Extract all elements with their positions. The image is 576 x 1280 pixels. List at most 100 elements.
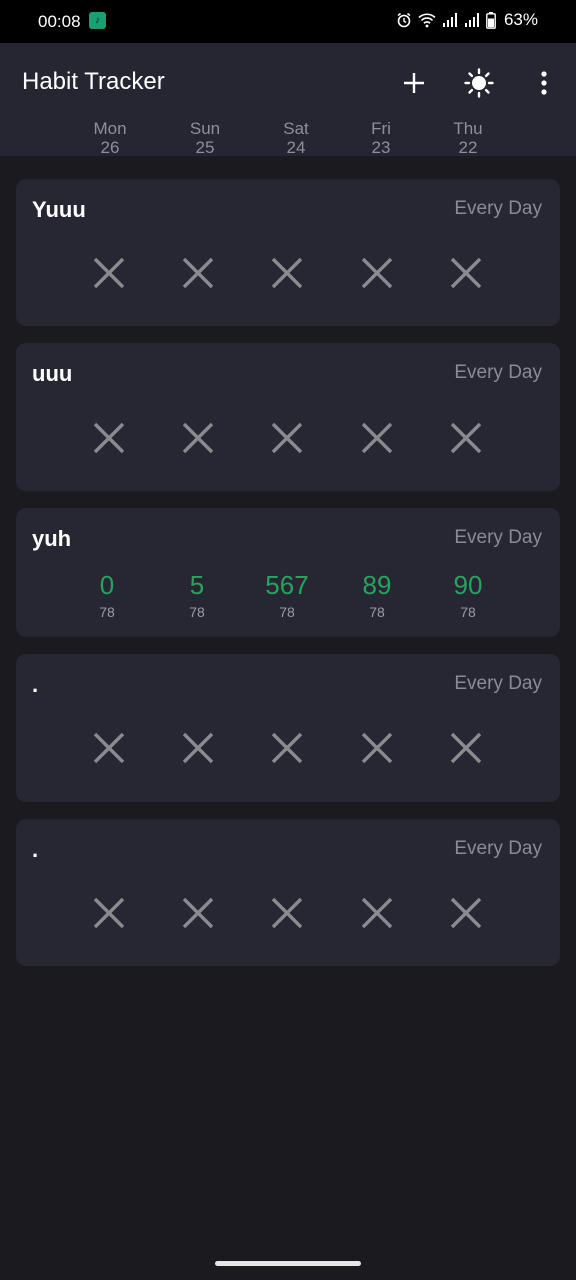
x-icon [271,257,303,289]
check-toggle[interactable] [267,728,307,768]
numeric-entry[interactable]: 90 78 [428,570,508,620]
x-icon [271,732,303,764]
day-header-2: Sat 24 [261,119,331,157]
check-toggle[interactable] [267,418,307,458]
day-number: 22 [458,138,478,157]
check-toggle[interactable] [178,893,218,933]
entry-target: 78 [189,604,205,620]
signal-icon-2 [464,13,479,27]
app-title: Habit Tracker [22,68,165,95]
x-icon [450,732,482,764]
more-options-button[interactable] [524,63,564,103]
day-number: 25 [195,138,215,157]
habit-name: . [32,672,39,697]
numeric-entry[interactable]: 5 78 [157,570,237,620]
check-toggle[interactable] [178,418,218,458]
x-icon [182,732,214,764]
check-toggle[interactable] [446,418,486,458]
day-header-3: Fri 23 [346,119,416,157]
day-number: 23 [371,138,391,157]
x-icon [361,422,393,454]
habit-name: uuu [32,361,73,386]
habit-card-dot-1[interactable]: . Every Day [16,654,560,802]
status-bar: 00:08 ♪ 63% [0,0,576,43]
check-toggle[interactable] [446,893,486,933]
check-toggle[interactable] [357,418,397,458]
check-toggle[interactable] [267,893,307,933]
check-toggle[interactable] [357,728,397,768]
add-habit-button[interactable] [394,63,434,103]
day-header-4: Thu 22 [433,119,503,157]
habit-name: Yuuu [32,197,86,222]
habit-card-uuu[interactable]: uuu Every Day [16,343,560,491]
app-header: Habit Tracker Mon 26 Sun 25 Sat 24 Fri 2… [0,43,576,157]
check-toggle[interactable] [178,253,218,293]
signal-icon-1 [442,13,457,27]
entry-value: 90 [453,570,483,600]
x-icon [450,897,482,929]
day-number: 26 [100,138,120,157]
check-toggle[interactable] [446,728,486,768]
check-toggle[interactable] [178,728,218,768]
brightness-icon [464,68,494,98]
check-toggle[interactable] [89,893,129,933]
day-header-1: Sun 25 [170,119,240,157]
entry-target: 78 [460,604,476,620]
numeric-entry[interactable]: 89 78 [337,570,417,620]
battery-icon [486,11,496,29]
day-number: 24 [286,138,306,157]
check-toggle[interactable] [267,253,307,293]
habit-frequency: Every Day [454,198,542,219]
x-icon [361,257,393,289]
day-name: Thu [453,119,483,138]
x-icon [93,897,125,929]
entry-value: 89 [362,570,392,600]
check-toggle[interactable] [89,418,129,458]
wifi-icon [418,13,436,28]
habit-frequency: Every Day [454,838,542,859]
entry-value: 5 [189,570,205,600]
entry-value: 567 [265,570,309,600]
habit-frequency: Every Day [454,527,542,548]
check-toggle[interactable] [89,253,129,293]
alarm-icon [397,12,411,28]
entry-target: 78 [369,604,385,620]
entry-target: 78 [99,604,115,620]
habit-card-yuh[interactable]: yuh Every Day 0 78 5 78 567 78 89 78 90 … [16,508,560,637]
day-header-0: Mon 26 [75,119,145,157]
check-toggle[interactable] [357,893,397,933]
battery-percentage: 63% [503,10,538,29]
toggle-theme-button[interactable] [459,63,499,103]
status-icons: 63% [396,10,538,30]
entry-value: 0 [99,570,115,600]
day-name: Sat [283,119,309,138]
x-icon [93,422,125,454]
entry-target: 78 [279,604,295,620]
habit-frequency: Every Day [454,362,542,383]
x-icon [93,732,125,764]
day-name: Mon [93,119,127,138]
app-notification-icon: ♪ [89,12,106,29]
check-toggle[interactable] [357,253,397,293]
more-vert-icon [541,71,547,95]
x-icon [271,422,303,454]
habit-card-yuuu[interactable]: Yuuu Every Day [16,179,560,326]
check-toggle[interactable] [89,728,129,768]
status-time: 00:08 [38,12,81,31]
x-icon [182,422,214,454]
habit-card-dot-2[interactable]: . Every Day [16,819,560,966]
habit-name: . [32,837,39,862]
x-icon [361,732,393,764]
plus-icon [404,73,424,93]
x-icon [271,897,303,929]
gesture-nav-handle[interactable] [215,1261,361,1266]
x-icon [361,897,393,929]
numeric-entry[interactable]: 567 78 [247,570,327,620]
day-name: Sun [189,119,221,138]
x-icon [450,422,482,454]
habit-frequency: Every Day [454,673,542,694]
check-toggle[interactable] [446,253,486,293]
x-icon [450,257,482,289]
numeric-entry[interactable]: 0 78 [67,570,147,620]
x-icon [93,257,125,289]
